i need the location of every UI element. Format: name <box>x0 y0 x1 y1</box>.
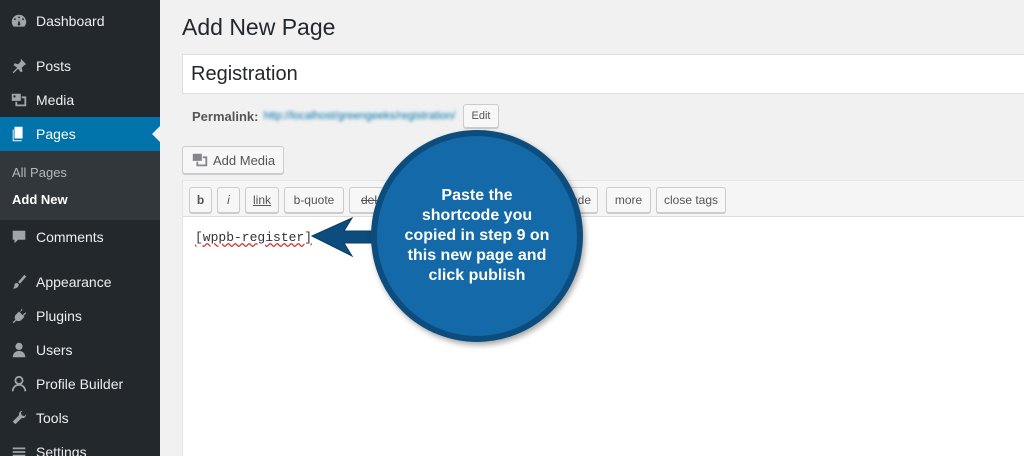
callout-text: Paste the shortcode you copied in step 9… <box>404 187 550 284</box>
instruction-callout: Paste the shortcode you copied in step 9… <box>371 130 583 342</box>
